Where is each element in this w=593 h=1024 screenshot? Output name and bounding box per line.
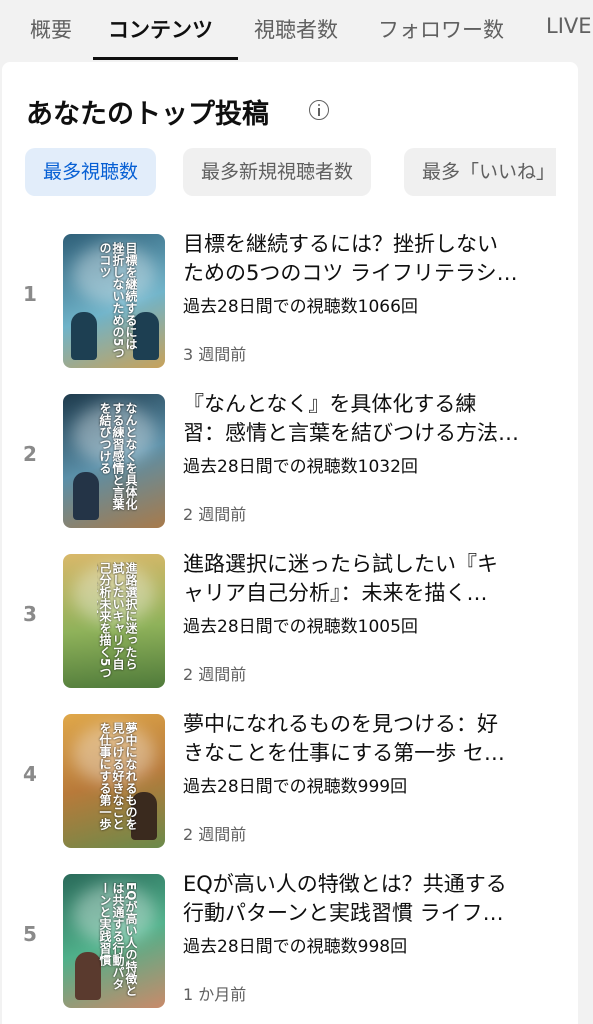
- post-title-line: きなことを仕事にする第一歩 セ…: [183, 741, 505, 765]
- thumbnail-caption: 夢中になれるものを見つける好きなことを仕事にする第一歩: [98, 722, 137, 830]
- tab-content[interactable]: コンテンツ: [108, 14, 213, 44]
- post-views: 過去28日間での視聴数1032回: [183, 457, 418, 477]
- post-views: 過去28日間での視聴数1066回: [183, 297, 418, 317]
- post-thumbnail[interactable]: なんとなくを具体化する練習感情と言葉を結びつける: [63, 394, 165, 528]
- post-title-line: 進路選択に迷ったら試したい『キ: [183, 552, 498, 576]
- post-thumbnail[interactable]: 進路選択に迷ったら試したいキャリア自己分析未来を描く5つのステップ: [63, 554, 165, 688]
- tab-bar: 概要 コンテンツ 視聴者数 フォロワー数 LIVE: [0, 0, 593, 62]
- post-thumbnail[interactable]: 夢中になれるものを見つける好きなことを仕事にする第一歩: [63, 714, 165, 848]
- active-tab-indicator: [93, 57, 238, 60]
- post-row[interactable]: 2 なんとなくを具体化する練習感情と言葉を結びつける 『なんとなく』を具体化する…: [2, 390, 578, 530]
- thumbnail-caption: 進路選択に迷ったら試したいキャリア自己分析未来を描く5つのステップ: [97, 562, 137, 679]
- thumbnail-figure: [73, 472, 99, 520]
- post-title[interactable]: 『なんとなく』を具体化する練 習：感情と言葉を結びつける方法…: [183, 390, 543, 448]
- tab-overview[interactable]: 概要: [30, 14, 72, 44]
- post-thumbnail[interactable]: 目標を継続するには挫折しないための5つのコツ: [63, 234, 165, 368]
- post-rank: 2: [23, 442, 37, 466]
- filter-chips: 最多視聴数 最多新規視聴者数 最多「いいね」: [25, 148, 556, 198]
- post-title[interactable]: EQが高い人の特徴とは？共通する 行動パターンと実践習慣 ライフ…: [183, 870, 543, 928]
- post-row[interactable]: 5 EQが高い人の特徴とは共通する行動パターンと実践習慣 EQが高い人の特徴とは…: [2, 870, 578, 1010]
- post-date: 3 週間前: [183, 345, 247, 364]
- tab-live[interactable]: LIVE: [546, 14, 592, 38]
- post-thumbnail[interactable]: EQが高い人の特徴とは共通する行動パターンと実践習慣: [63, 874, 165, 1008]
- thumbnail-caption: EQが高い人の特徴とは共通する行動パターンと実践習慣: [98, 882, 137, 997]
- filter-most-likes[interactable]: 最多「いいね」: [404, 148, 556, 196]
- post-title-line: 行動パターンと実践習慣 ライフ…: [183, 901, 504, 925]
- post-rank: 4: [23, 762, 37, 786]
- post-title[interactable]: 進路選択に迷ったら試したい『キ ャリア自己分析』：未来を描く…: [183, 550, 543, 608]
- post-row[interactable]: 1 目標を継続するには挫折しないための5つのコツ 目標を継続するには？挫折しない…: [2, 230, 578, 370]
- tab-viewers[interactable]: 視聴者数: [254, 14, 338, 44]
- filter-most-views[interactable]: 最多視聴数: [25, 148, 157, 196]
- post-title-line: 目標を継続するには？挫折しない: [183, 232, 498, 256]
- post-date: 1 か月前: [183, 985, 247, 1004]
- info-icon[interactable]: [309, 100, 329, 120]
- thumbnail-caption: なんとなくを具体化する練習感情と言葉を結びつける: [98, 402, 137, 510]
- thumbnail-figure: [71, 312, 97, 360]
- post-title-line: 習：感情と言葉を結びつける方法…: [183, 421, 519, 445]
- post-views: 過去28日間での視聴数998回: [183, 937, 408, 957]
- post-date: 2 週間前: [183, 665, 247, 684]
- post-views: 過去28日間での視聴数1005回: [183, 617, 418, 637]
- thumbnail-caption: 目標を継続するには挫折しないための5つのコツ: [98, 242, 137, 359]
- post-title-line: ャリア自己分析』：未来を描く…: [183, 581, 488, 605]
- post-rank: 3: [23, 602, 37, 626]
- post-title[interactable]: 目標を継続するには？挫折しない ための5つのコツ ライフリテラシ…: [183, 230, 543, 288]
- post-title-line: EQが高い人の特徴とは？共通する: [183, 872, 507, 896]
- post-row[interactable]: 3 進路選択に迷ったら試したいキャリア自己分析未来を描く5つのステップ 進路選択…: [2, 550, 578, 690]
- post-date: 2 週間前: [183, 825, 247, 844]
- post-row[interactable]: 4 夢中になれるものを見つける好きなことを仕事にする第一歩 夢中になれるものを見…: [2, 710, 578, 850]
- tab-followers[interactable]: フォロワー数: [378, 14, 504, 44]
- post-views: 過去28日間での視聴数999回: [183, 777, 408, 797]
- post-title-line: 『なんとなく』を具体化する練: [183, 392, 477, 416]
- filter-most-new-viewers[interactable]: 最多新規視聴者数: [183, 148, 372, 196]
- section-title: あなたのトップ投稿: [26, 99, 269, 130]
- post-title-line: 夢中になれるものを見つける：好: [183, 712, 498, 736]
- post-date: 2 週間前: [183, 505, 247, 524]
- post-title[interactable]: 夢中になれるものを見つける：好 きなことを仕事にする第一歩 セ…: [183, 710, 543, 768]
- post-title-line: ための5つのコツ ライフリテラシ…: [183, 261, 518, 285]
- post-rank: 1: [23, 282, 37, 306]
- top-posts-card: あなたのトップ投稿 最多視聴数 最多新規視聴者数 最多「いいね」 1 目標を継続…: [2, 62, 578, 1024]
- post-rank: 5: [23, 922, 37, 946]
